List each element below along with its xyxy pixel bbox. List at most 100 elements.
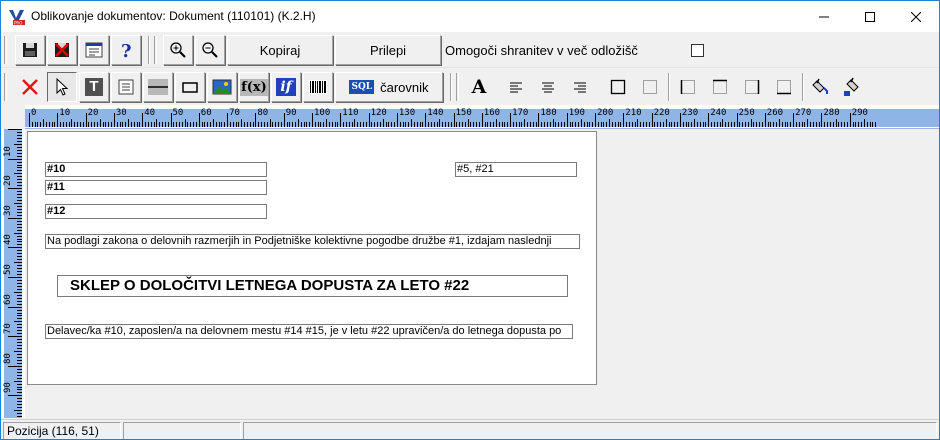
ruler-tick <box>518 122 520 127</box>
ruler-tick <box>399 122 401 127</box>
ruler-label: 0 <box>31 108 37 118</box>
ruler-tick <box>815 122 817 127</box>
function-tool-button[interactable]: f(x) <box>239 72 269 102</box>
ruler-label: 190 <box>568 108 585 118</box>
copy-button[interactable]: Kopiraj <box>227 35 333 65</box>
horizontal-ruler[interactable]: 0 10 20 30 40 50 60 70 80 90 100 110 120 130 140 150 160… <box>25 105 939 129</box>
border-right-button[interactable] <box>739 72 765 102</box>
paste-button[interactable]: Prilepi <box>335 35 441 65</box>
line-tool-button[interactable] <box>143 72 173 102</box>
save-button[interactable] <box>15 35 45 65</box>
ruler-tick <box>275 122 277 127</box>
ruler-label: 220 <box>653 108 670 118</box>
select-tool-button[interactable] <box>47 72 77 102</box>
border-none-button[interactable] <box>637 72 663 102</box>
align-center-icon <box>542 82 554 93</box>
cancel-button[interactable] <box>47 35 77 65</box>
title-bar[interactable]: PRO Oblikovanje dokumentov: Dokument (11… <box>1 1 939 32</box>
border-left-icon <box>680 80 695 94</box>
field-document-title[interactable]: SKLEP O DOLOČITVI LETNEGA DOPUSTA ZA LET… <box>57 275 568 297</box>
border-all-button[interactable] <box>605 72 631 102</box>
text-tool-icon: T <box>85 78 103 96</box>
ruler-tick <box>467 119 469 127</box>
field-city[interactable]: #12 <box>45 204 267 219</box>
ruler-tick <box>634 122 636 127</box>
rectangle-tool-button[interactable] <box>175 72 205 102</box>
ruler-tick <box>798 122 800 127</box>
ruler-tick <box>609 119 611 127</box>
ruler-label: 130 <box>398 108 416 118</box>
multi-clipboard-option[interactable]: Omogoči shranitev v več odložišč <box>445 36 707 64</box>
field-intro-text[interactable]: Na podlagi zakona o delovnih razmerjih i… <box>45 234 580 249</box>
ruler-tick <box>790 122 792 127</box>
toolbar-grip[interactable] <box>4 73 7 101</box>
ruler-tick <box>575 122 577 127</box>
ruler-tick <box>682 122 684 127</box>
ruler-tick <box>269 119 271 127</box>
ruler-tick <box>306 122 308 127</box>
ruler-tick <box>164 122 166 127</box>
minimize-button[interactable] <box>801 1 847 32</box>
ruler-tick <box>159 122 161 127</box>
design-canvas[interactable]: #10 #5, #21 #11 #12 Na podlagi zakona o … <box>25 129 939 418</box>
font-button[interactable]: A <box>465 72 493 102</box>
ruler-tick <box>74 122 76 127</box>
field-body-text[interactable]: Delavec/ka #10, zaposlen/a na delovnem m… <box>45 324 573 339</box>
vertical-ruler[interactable]: 10 20 30 40 50 60 70 80 90 <box>1 129 25 418</box>
ruler-tick <box>637 119 639 127</box>
ruler-tick <box>597 122 599 127</box>
ruler-tick <box>561 122 563 127</box>
memo-tool-button[interactable] <box>111 72 141 102</box>
close-button[interactable] <box>893 1 939 32</box>
ruler-tick <box>829 122 831 127</box>
ruler-label: 30 <box>3 204 13 216</box>
zoom-out-button[interactable] <box>195 35 225 65</box>
field-employee-name[interactable]: #10 <box>45 162 267 177</box>
border-top-button[interactable] <box>707 72 733 102</box>
ruler-label: 60 <box>3 293 13 305</box>
ruler-tick <box>388 122 390 127</box>
fill-color2-button[interactable] <box>839 72 867 102</box>
toolbar-grip[interactable] <box>154 36 157 64</box>
document-page[interactable]: #10 #5, #21 #11 #12 Na podlagi zakona o … <box>27 131 597 385</box>
ruler-label: 60 <box>200 108 212 118</box>
sql-wizard-button[interactable]: SQL čarovnik <box>335 72 443 102</box>
ruler-tick <box>17 404 22 406</box>
barcode-tool-button[interactable] <box>303 72 333 102</box>
ruler-tick <box>558 122 560 127</box>
fill-color-button[interactable] <box>807 72 835 102</box>
ruler-tick <box>8 188 22 190</box>
ruler-tick <box>17 194 22 196</box>
align-right-button[interactable] <box>567 72 593 102</box>
maximize-button[interactable] <box>847 1 893 32</box>
text-tool-button[interactable]: T <box>79 72 109 102</box>
toolbar-grip[interactable] <box>4 36 7 64</box>
ruler-tick <box>17 137 22 139</box>
multi-clipboard-checkbox[interactable] <box>691 44 704 57</box>
if-tool-button[interactable]: if <box>271 72 301 102</box>
field-place-date[interactable]: #5, #21 <box>455 162 577 177</box>
ruler-tick <box>354 119 356 127</box>
border-left-button[interactable] <box>675 72 701 102</box>
align-center-button[interactable] <box>535 72 561 102</box>
align-left-button[interactable] <box>503 72 529 102</box>
properties-button[interactable] <box>79 35 109 65</box>
ruler-tick <box>17 294 22 296</box>
toolbar-grip[interactable] <box>456 73 459 101</box>
zoom-in-button[interactable] <box>163 35 193 65</box>
delete-element-button[interactable] <box>15 72 45 102</box>
ruler-tick <box>628 122 630 127</box>
image-tool-button[interactable] <box>207 72 237 102</box>
ruler-tick <box>96 122 98 127</box>
ruler-tick <box>476 122 478 127</box>
ruler-tick <box>368 113 370 127</box>
border-bottom-button[interactable] <box>771 72 797 102</box>
ruler-tick <box>645 122 647 127</box>
ruler-tick <box>872 122 874 127</box>
ruler-tick <box>832 122 834 127</box>
ruler-tick <box>173 122 175 127</box>
ruler-tick <box>648 122 650 127</box>
ruler-tick <box>37 122 39 127</box>
field-address[interactable]: #11 <box>45 180 267 195</box>
help-button[interactable]: ? <box>111 35 141 65</box>
